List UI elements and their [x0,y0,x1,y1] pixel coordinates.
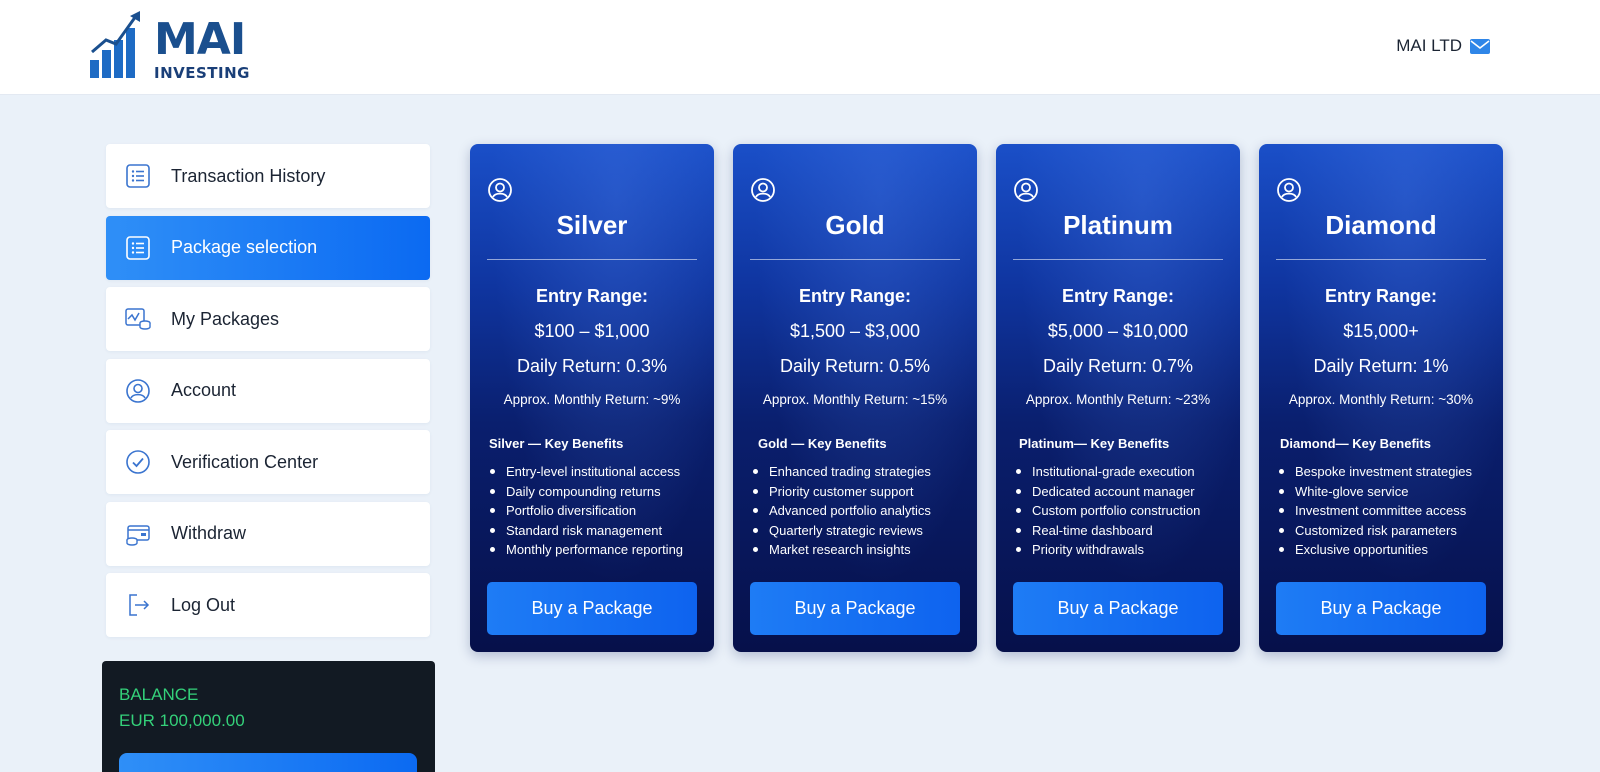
daily-return: Daily Return: 0.5% [779,356,931,376]
benefits-title: Silver — Key Benefits [489,436,624,451]
mail-icon[interactable] [1470,38,1490,54]
entry-range-label: Entry Range: [1324,286,1438,306]
list-icon [124,234,152,262]
benefit-item: Entry-level institutional access [489,462,683,482]
sidebar-item-package-selection[interactable]: Package selection [106,215,430,280]
chart-coins-icon [124,305,152,333]
sidebar-item-my-packages[interactable]: My Packages [106,287,430,351]
sidebar-item-withdraw[interactable]: Withdraw [106,501,430,566]
user-circle-icon [1014,178,1038,202]
card-cash-icon [124,520,152,548]
balance-label: BALANCE [119,685,199,704]
daily-return: Daily Return: 0.7% [1042,356,1194,376]
logout-icon [124,591,152,619]
package-title: Diamond [1325,210,1437,240]
package-card-diamond: Diamond Entry Range: $15,000+ Daily Retu… [1259,144,1503,652]
sidebar-item-label: Account [171,380,237,400]
sidebar-item-label: Package selection [171,237,318,257]
entry-range-label: Entry Range: [798,286,912,306]
benefits-list: Institutional-grade execution Dedicated … [1015,462,1200,560]
divider [750,259,960,260]
buy-package-button[interactable]: Buy a Package [750,582,960,635]
benefit-item: Market research insights [752,540,931,560]
benefits-title: Platinum— Key Benefits [1019,436,1170,451]
check-circle-icon [124,448,152,476]
user-circle-icon [1277,178,1301,202]
sidebar: Transaction History Package selection My… [106,144,430,645]
divider [1013,259,1223,260]
benefits-list: Enhanced trading strategies Priority cus… [752,462,931,560]
logo[interactable]: MAI INVESTING [90,10,260,82]
user-circle-icon [488,178,512,202]
benefit-item: Quarterly strategic reviews [752,521,931,541]
benefit-item: Custom portfolio construction [1015,501,1200,521]
user-circle-icon [124,377,152,405]
list-icon [124,162,152,190]
package-card-silver: Silver Entry Range: $100 – $1,000 Daily … [470,144,714,652]
sidebar-item-label: Log Out [171,594,236,615]
sidebar-item-label: Verification Center [171,451,319,472]
benefit-item: Customized risk parameters [1278,521,1472,541]
benefit-item: Dedicated account manager [1015,482,1200,502]
benefit-item: Exclusive opportunities [1278,540,1472,560]
header: MAI INVESTING MAI LTD [0,0,1600,95]
company-info[interactable]: MAI LTD [1396,36,1490,56]
sidebar-item-label: My Packages [171,308,280,329]
entry-range-label: Entry Range: [535,286,649,306]
monthly-return: Approx. Monthly Return: ~15% [762,392,948,407]
benefit-item: Investment committee access [1278,501,1472,521]
divider [487,259,697,260]
entry-range-value: $5,000 – $10,000 [1047,321,1189,341]
user-circle-icon [751,178,775,202]
sidebar-item-log-out[interactable]: Log Out [106,573,430,637]
benefit-item: Real-time dashboard [1015,521,1200,541]
monthly-return: Approx. Monthly Return: ~30% [1288,392,1474,407]
benefit-item: Priority customer support [752,482,931,502]
package-card-platinum: Platinum Entry Range: $5,000 – $10,000 D… [996,144,1240,652]
daily-return: Daily Return: 0.3% [516,356,668,376]
package-title: Silver [556,210,628,240]
benefits-title: Diamond— Key Benefits [1280,436,1431,451]
buy-package-button[interactable]: Buy a Package [487,582,697,635]
benefit-item: Daily compounding returns [489,482,683,502]
monthly-return: Approx. Monthly Return: ~9% [503,392,681,407]
benefit-item: Enhanced trading strategies [752,462,931,482]
monthly-return: Approx. Monthly Return: ~23% [1025,392,1211,407]
benefits-title: Gold — Key Benefits [758,436,887,451]
benefit-item: Standard risk management [489,521,683,541]
balance-panel: BALANCE EUR 100,000.00 [102,661,435,772]
sidebar-item-label: Withdraw [171,523,247,543]
benefit-item: Bespoke investment strategies [1278,462,1472,482]
benefit-item: Monthly performance reporting [489,540,683,560]
divider [1276,259,1486,260]
benefit-item: Advanced portfolio analytics [752,501,931,521]
benefits-list: Entry-level institutional access Daily c… [489,462,683,560]
buy-package-button[interactable]: Buy a Package [1013,582,1223,635]
package-title: Gold [825,210,885,240]
benefit-item: Institutional-grade execution [1015,462,1200,482]
sidebar-item-account[interactable]: Account [106,358,430,423]
benefits-list: Bespoke investment strategies White-glov… [1278,462,1472,560]
entry-range-value: $1,500 – $3,000 [789,321,921,341]
package-card-gold: Gold Entry Range: $1,500 – $3,000 Daily … [733,144,977,652]
sidebar-item-transaction-history[interactable]: Transaction History [106,144,430,208]
logo-subtitle: INVESTING [154,64,250,82]
sidebar-item-label: Transaction History [171,165,326,186]
company-name: MAI LTD [1396,36,1462,55]
package-title: Platinum [1063,210,1173,240]
benefit-item: White-glove service [1278,482,1472,502]
entry-range-label: Entry Range: [1061,286,1175,306]
balance-value: EUR 100,000.00 [119,711,245,730]
logo-title: MAI [154,14,246,65]
buy-package-button[interactable]: Buy a Package [1276,582,1486,635]
benefit-item: Portfolio diversification [489,501,683,521]
entry-range-value: $100 – $1,000 [534,321,650,341]
entry-range-value: $15,000+ [1343,321,1419,341]
balance-action-button[interactable] [119,753,417,772]
benefit-item: Priority withdrawals [1015,540,1200,560]
sidebar-item-verification-center[interactable]: Verification Center [106,430,430,494]
daily-return: Daily Return: 1% [1313,356,1449,376]
logo-chart-icon [90,11,140,78]
package-cards: Silver Entry Range: $100 – $1,000 Daily … [470,144,1503,652]
